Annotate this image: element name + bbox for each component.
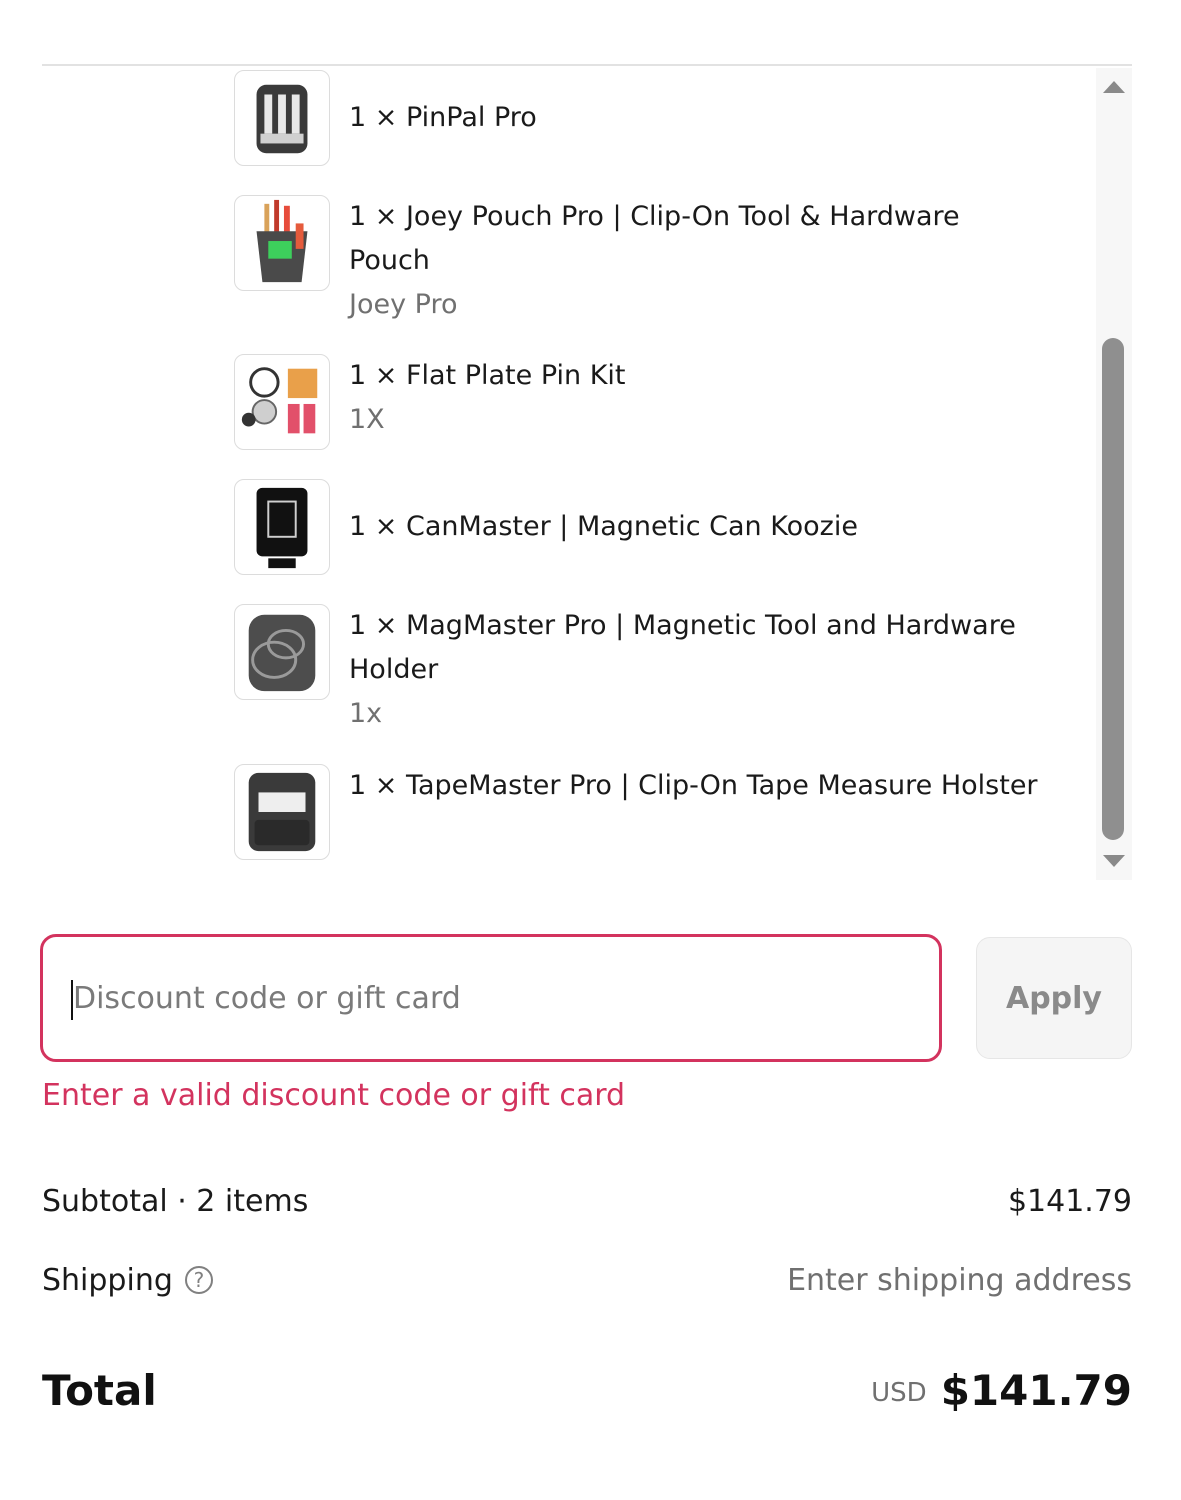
tool-pouch-icon xyxy=(234,195,330,291)
product-list[interactable]: 1 × PinPal Pro 1 × Joey Pouch Pro | Clip… xyxy=(42,68,1132,880)
scroll-up-icon[interactable] xyxy=(1103,81,1125,93)
magnetic-holder-icon xyxy=(234,604,330,700)
shipping-value: Enter shipping address xyxy=(787,1263,1132,1298)
can-koozie-icon xyxy=(234,479,330,575)
shipping-row: Shipping? xyxy=(42,1263,213,1298)
scrollbar-thumb[interactable] xyxy=(1102,338,1124,840)
item-title: 1 × Flat Plate Pin Kit xyxy=(349,360,626,391)
text-caret xyxy=(71,980,73,1020)
scroll-down-icon[interactable] xyxy=(1103,855,1125,867)
pin-kit-icon xyxy=(234,354,330,450)
total-value-group: USD $141.79 xyxy=(871,1366,1132,1415)
subtotal-value: $141.79 xyxy=(1007,1184,1132,1219)
item-variant: 1X xyxy=(349,404,385,435)
item-variant: Joey Pro xyxy=(349,289,458,320)
item-variant: 1x xyxy=(349,698,383,729)
total-amount: $141.79 xyxy=(940,1366,1132,1415)
top-divider xyxy=(42,64,1132,66)
item-title: 1 × MagMaster Pro | Magnetic Tool and Ha… xyxy=(349,610,1016,685)
apply-button[interactable]: Apply xyxy=(976,937,1132,1059)
shipping-label: Shipping xyxy=(42,1263,173,1298)
total-label: Total xyxy=(42,1366,157,1415)
tape-holster-icon xyxy=(234,764,330,860)
question-circle-icon[interactable]: ? xyxy=(184,1266,213,1294)
subtotal-label: Subtotal · 2 items xyxy=(42,1184,309,1219)
item-title: 1 × TapeMaster Pro | Clip-On Tape Measur… xyxy=(349,770,1038,801)
currency-code: USD xyxy=(871,1378,927,1408)
item-title: 1 × PinPal Pro xyxy=(349,102,537,133)
discount-code-input[interactable] xyxy=(40,934,942,1062)
item-title: 1 × CanMaster | Magnetic Can Koozie xyxy=(349,511,858,542)
item-title: 1 × Joey Pouch Pro | Clip-On Tool & Hard… xyxy=(349,201,960,276)
pin-holder-icon xyxy=(234,70,330,166)
discount-error: Enter a valid discount code or gift card xyxy=(42,1078,626,1113)
